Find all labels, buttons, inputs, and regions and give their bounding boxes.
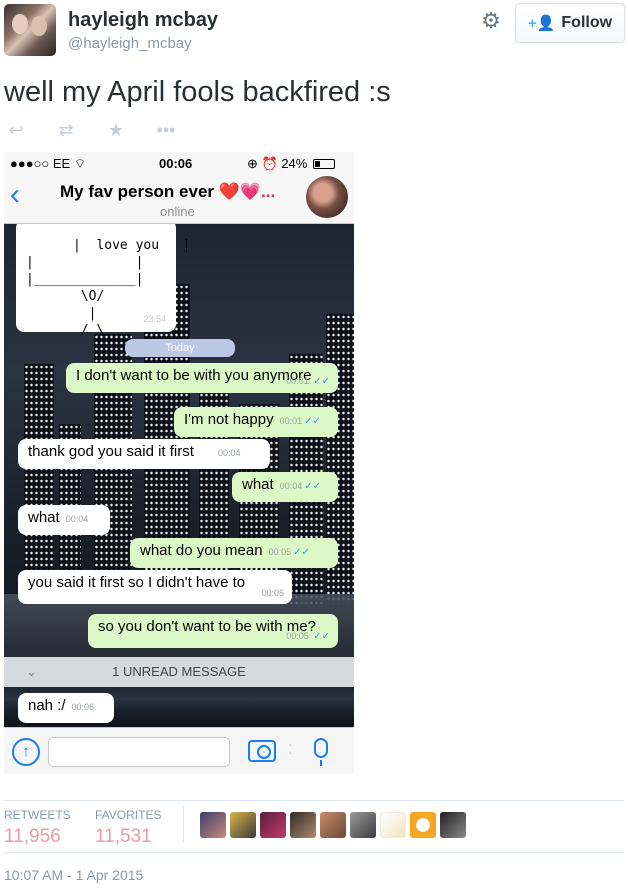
gear-icon[interactable]: ⚙ [479, 9, 503, 33]
message-bubble[interactable]: so you don't want to be with me? 00:05 ✓… [88, 614, 338, 648]
microphone-icon[interactable] [314, 738, 328, 766]
unread-messages-bar[interactable]: ⌄ 1 UNREAD MESSAGE [4, 657, 354, 687]
avatar[interactable] [410, 812, 436, 838]
read-ticks-icon: ✓✓ [313, 631, 330, 642]
follow-label: Follow [561, 14, 613, 31]
message-bubble[interactable]: I'm not happy 00:01 ✓✓ [174, 407, 338, 437]
more-icon[interactable]: ••• [156, 120, 176, 141]
embedded-screenshot: ●●●○○ EE ⌔ 00:06 ⊕ ⏰ 24% ‹ My fav person… [4, 152, 354, 774]
read-ticks-icon: ✓✓ [304, 416, 321, 427]
message-text: thank god you said it first [28, 443, 194, 460]
upload-icon[interactable]: ↑ [12, 738, 40, 766]
message-time: 00:01 [279, 416, 303, 426]
message-input-bar: ↑ · · [4, 727, 354, 774]
display-name[interactable]: hayleigh mcbay [68, 9, 218, 32]
chat-header: ‹ My fav person ever ❤️💗... online [4, 174, 354, 224]
unread-label: 1 UNREAD MESSAGE [112, 664, 246, 679]
favorites-label: FAVORITES [95, 808, 162, 822]
status-battery-text: ⊕ ⏰ 24% [247, 156, 308, 171]
avatar[interactable] [380, 812, 406, 838]
retweet-icon[interactable]: ⇄ [56, 120, 76, 141]
avatar[interactable] [230, 812, 256, 838]
favoriter-avatars [200, 812, 466, 838]
tweet-actions: ↩ ⇄ ★ ••• [6, 120, 176, 141]
message-bubble[interactable]: thank god you said it first 00:04 [18, 439, 270, 469]
retweets-stat[interactable]: RETWEETS 11,956 [4, 808, 71, 848]
chat-area: | love you | | | |_____________| \O/ | /… [4, 224, 354, 727]
star-icon[interactable]: ★ [106, 120, 126, 141]
favorites-stat[interactable]: FAVORITES 11,531 [95, 808, 161, 848]
message-time: 00:04 [65, 514, 89, 524]
message-text: what do you mean [140, 542, 263, 559]
contact-avatar[interactable] [306, 176, 348, 218]
carrier-signal: ●●●○○ EE ⌔ [10, 156, 87, 171]
message-bubble[interactable]: I don't want to be with you anymore 00:0… [66, 363, 338, 393]
camera-icon[interactable] [248, 740, 276, 762]
add-user-icon: +👤 [527, 15, 556, 32]
message-text: what [28, 509, 60, 526]
chat-title[interactable]: My fav person ever ❤️💗... [60, 182, 275, 202]
back-chevron-icon[interactable]: ‹ [10, 180, 20, 210]
message-input[interactable] [48, 737, 230, 767]
message-text: nah :/ [28, 697, 66, 714]
avatar[interactable] [350, 812, 376, 838]
chevron-down-icon[interactable]: ⌄ [26, 657, 37, 687]
chat-status: online [160, 204, 195, 219]
message-time: 00:04 [217, 448, 241, 458]
heart-emoji: ❤️💗... [218, 182, 276, 201]
reply-icon[interactable]: ↩ [6, 120, 26, 141]
read-ticks-icon: ✓✓ [313, 376, 330, 387]
divider [4, 852, 624, 853]
user-handle[interactable]: @hayleigh_mcbay [68, 35, 192, 52]
message-time: 00:05 [268, 547, 292, 557]
message-bubble[interactable]: nah :/ 00:06 [18, 693, 114, 723]
tweet-timestamp[interactable]: 10:07 AM - 1 Apr 2015 [4, 867, 143, 883]
read-ticks-icon: ✓✓ [304, 481, 321, 492]
dots-icon: · · [288, 736, 293, 760]
message-time: 00:04 [279, 481, 303, 491]
avatar[interactable] [260, 812, 286, 838]
message-time: 00:06 [71, 702, 95, 712]
message-bubble[interactable]: what 00:04 [18, 505, 110, 535]
message-text: what [242, 476, 274, 493]
user-avatar[interactable] [4, 4, 56, 56]
message-bubble[interactable]: what do you mean 00:05 ✓✓ [130, 538, 338, 568]
message-text: I don't want to be with you anymore [76, 367, 312, 384]
divider [183, 806, 184, 842]
message-time: 00:05 [261, 588, 284, 598]
retweets-label: RETWEETS [4, 808, 71, 822]
message-bubble[interactable]: what 00:04 ✓✓ [232, 472, 338, 502]
follow-button[interactable]: +👤 Follow [515, 3, 625, 43]
status-bar: ●●●○○ EE ⌔ 00:06 ⊕ ⏰ 24% [4, 152, 354, 174]
read-ticks-icon: ✓✓ [293, 547, 310, 558]
ascii-art-bubble[interactable]: | love you | | | |_____________| \O/ | /… [16, 224, 190, 338]
message-text: so you don't want to be with me? [98, 618, 316, 635]
status-time: 00:06 [159, 156, 193, 171]
message-time: 23:54 [143, 314, 166, 324]
favorites-count: 11,531 [95, 826, 152, 847]
battery-icon [313, 159, 335, 169]
avatar[interactable] [440, 812, 466, 838]
tweet-text: well my April fools backfired :s [4, 76, 391, 108]
message-text: I'm not happy [184, 411, 274, 428]
divider [4, 800, 624, 801]
chat-area-lower: nah :/ 00:06 [4, 687, 354, 727]
message-bubble[interactable]: you said it first so I didn't have to 00… [18, 570, 292, 604]
message-meta: 00:05 ✓✓ [286, 631, 330, 642]
message-meta: 00:01 ✓✓ [286, 376, 330, 387]
message-text: you said it first so I didn't have to [28, 574, 246, 591]
avatar[interactable] [320, 812, 346, 838]
avatar[interactable] [290, 812, 316, 838]
avatar[interactable] [200, 812, 226, 838]
retweets-count: 11,956 [4, 826, 61, 847]
background-building [24, 364, 54, 604]
date-separator: Today [125, 339, 235, 357]
